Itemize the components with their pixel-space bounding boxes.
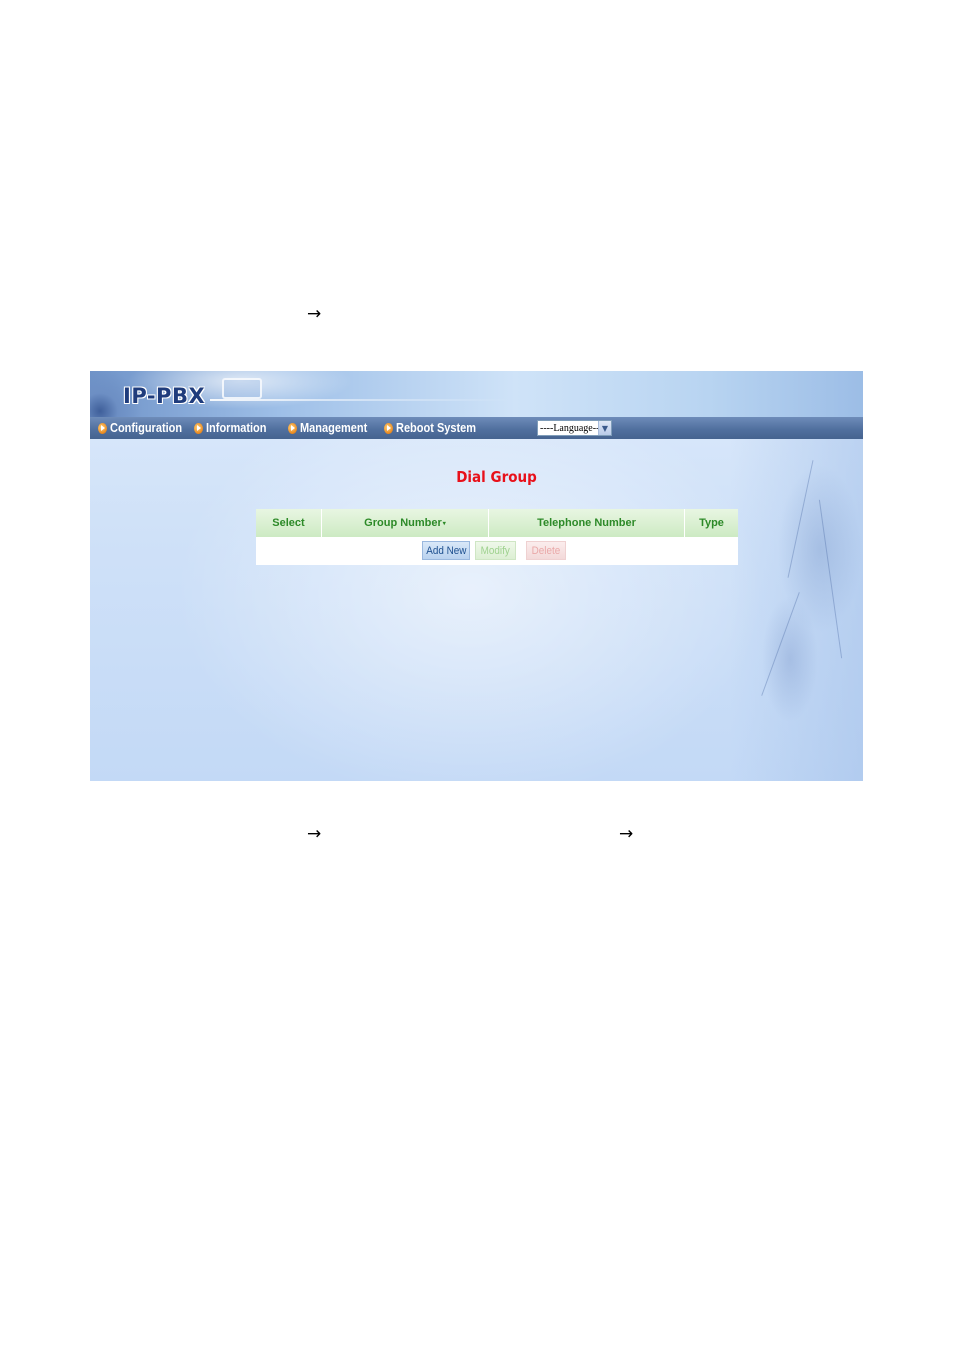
column-header-select: Select xyxy=(256,509,322,537)
column-header-label: Group Number xyxy=(364,517,442,529)
modify-button[interactable]: Modify xyxy=(475,541,516,560)
sort-arrow-icon: ▾ xyxy=(442,520,446,527)
app-logo: IP-PBX xyxy=(123,384,206,408)
column-header-label: Telephone Number xyxy=(537,517,636,529)
page-title: Dial Group xyxy=(456,468,537,486)
nav-item-management[interactable]: Management xyxy=(288,417,376,439)
table-header: Select Group Number ▾ Telephone Number Ty… xyxy=(256,509,738,537)
header-banner: IP-PBX xyxy=(90,371,863,417)
decoration-line xyxy=(818,499,843,659)
arrow-bullet-icon xyxy=(384,422,393,434)
button-label: Modify xyxy=(480,544,511,557)
background-decoration xyxy=(730,439,863,781)
button-label: Add New xyxy=(425,544,467,557)
dial-group-table: Select Group Number ▾ Telephone Number Ty… xyxy=(256,509,738,565)
button-label: Delete xyxy=(531,544,561,557)
banner-line-decoration xyxy=(210,399,510,401)
app-window: IP-PBX Configuration Information Managem… xyxy=(90,371,863,781)
arrow-bullet-icon xyxy=(288,422,297,434)
logo-frame-decoration xyxy=(222,378,262,399)
decoration-line xyxy=(761,592,800,696)
column-header-label: Type xyxy=(699,517,724,529)
arrow-icon: → xyxy=(307,824,322,844)
delete-button[interactable]: Delete xyxy=(526,541,566,560)
main-nav: Configuration Information Management Reb… xyxy=(90,417,863,439)
column-header-type: Type xyxy=(685,509,738,537)
column-header-label: Select xyxy=(272,517,305,529)
add-new-button[interactable]: Add New xyxy=(422,541,470,560)
nav-item-label: Reboot System xyxy=(396,421,477,435)
chevron-down-icon[interactable]: ▼ xyxy=(598,421,611,435)
language-select-value: ----Language---- xyxy=(540,422,598,434)
nav-item-configuration[interactable]: Configuration xyxy=(98,417,192,439)
nav-item-reboot-system[interactable]: Reboot System xyxy=(384,417,487,439)
nav-item-label: Information xyxy=(206,421,267,435)
language-select[interactable]: ----Language---- ▼ xyxy=(537,420,612,436)
arrow-icon: → xyxy=(307,304,322,324)
arrow-bullet-icon xyxy=(98,422,107,434)
nav-item-information[interactable]: Information xyxy=(194,417,275,439)
nav-item-label: Management xyxy=(300,421,368,435)
nav-item-label: Configuration xyxy=(110,421,183,435)
column-header-group-number[interactable]: Group Number ▾ xyxy=(322,509,489,537)
arrow-bullet-icon xyxy=(194,422,203,434)
column-header-telephone-number: Telephone Number xyxy=(489,509,685,537)
arrow-icon: → xyxy=(619,824,634,844)
table-action-row: Add New Modify Delete xyxy=(256,537,738,565)
